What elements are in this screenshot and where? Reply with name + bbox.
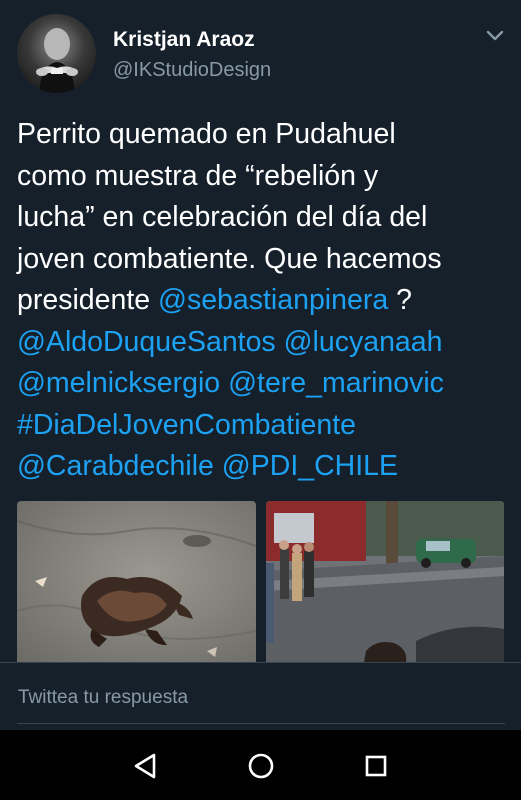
recents-button[interactable] [358, 748, 394, 784]
back-button[interactable] [127, 748, 163, 784]
tweet-text-line: @melnicksergio @tere_marinovic [17, 363, 507, 405]
avatar-image [36, 28, 78, 93]
tweet-text-line: como muestra de “rebelión y [17, 159, 379, 192]
tweet-text-line: #DiaDelJovenCombatiente [17, 405, 507, 447]
tweet-photo-1[interactable] [17, 501, 256, 662]
tweet-menu-button[interactable] [482, 24, 508, 46]
tweet-text-line: lucha” en celebración del día del [17, 201, 428, 233]
author-name[interactable]: Kristjan Araoz [113, 28, 255, 52]
chevron-down-icon [486, 30, 504, 41]
mention-link-tere-marinovic[interactable]: @tere_marinovic [228, 367, 444, 399]
mention-link-sebastianpinera[interactable]: @sebastianpinera [158, 284, 388, 316]
back-triangle-icon [134, 753, 156, 779]
home-button[interactable] [243, 748, 279, 784]
tweet-text-fragment: presidente [17, 284, 159, 316]
android-navigation-bar [0, 730, 521, 800]
avatar[interactable] [17, 14, 96, 93]
mention-link-pdi-chile[interactable]: @PDI_CHILE [222, 450, 398, 482]
home-circle-icon [248, 753, 274, 779]
tweet-text-line: @AldoDuqueSantos @lucyanaah [17, 322, 507, 364]
author-handle[interactable]: @IKStudioDesign [113, 59, 271, 82]
tweet-text: Perrito quemado en Pudahuel como muestra… [17, 114, 507, 488]
mention-link-aldoduquesantos[interactable]: @AldoDuqueSantos [17, 326, 276, 358]
mention-link-melnicksergio[interactable]: @melnicksergio [17, 367, 220, 399]
hashtag-link-diadeljovencombatiente[interactable]: #DiaDelJovenCombatiente [17, 409, 356, 441]
mention-link-lucyanaah[interactable]: @lucyanaah [284, 326, 443, 358]
tweet-text-line: @Carabdechile @PDI_CHILE [17, 446, 507, 488]
tweet-card[interactable]: Kristjan Araoz @IKStudioDesign Perrito q… [0, 0, 521, 662]
tweet-text-line: Perrito quemado en Pudahuel [17, 118, 396, 150]
mention-link-carabdechile[interactable]: @Carabdechile [17, 450, 214, 482]
photo-image [17, 501, 256, 662]
tweet-text-line: joven combatiente. Que hacemos [17, 242, 442, 275]
tweet-text-fragment: ? [388, 284, 412, 316]
tweet-text-line: presidente @sebastianpinera ? [17, 280, 507, 322]
recents-square-icon [365, 755, 387, 777]
photo-image [266, 501, 504, 662]
reply-input[interactable] [17, 684, 505, 724]
tweet-photo-2[interactable] [266, 501, 504, 662]
